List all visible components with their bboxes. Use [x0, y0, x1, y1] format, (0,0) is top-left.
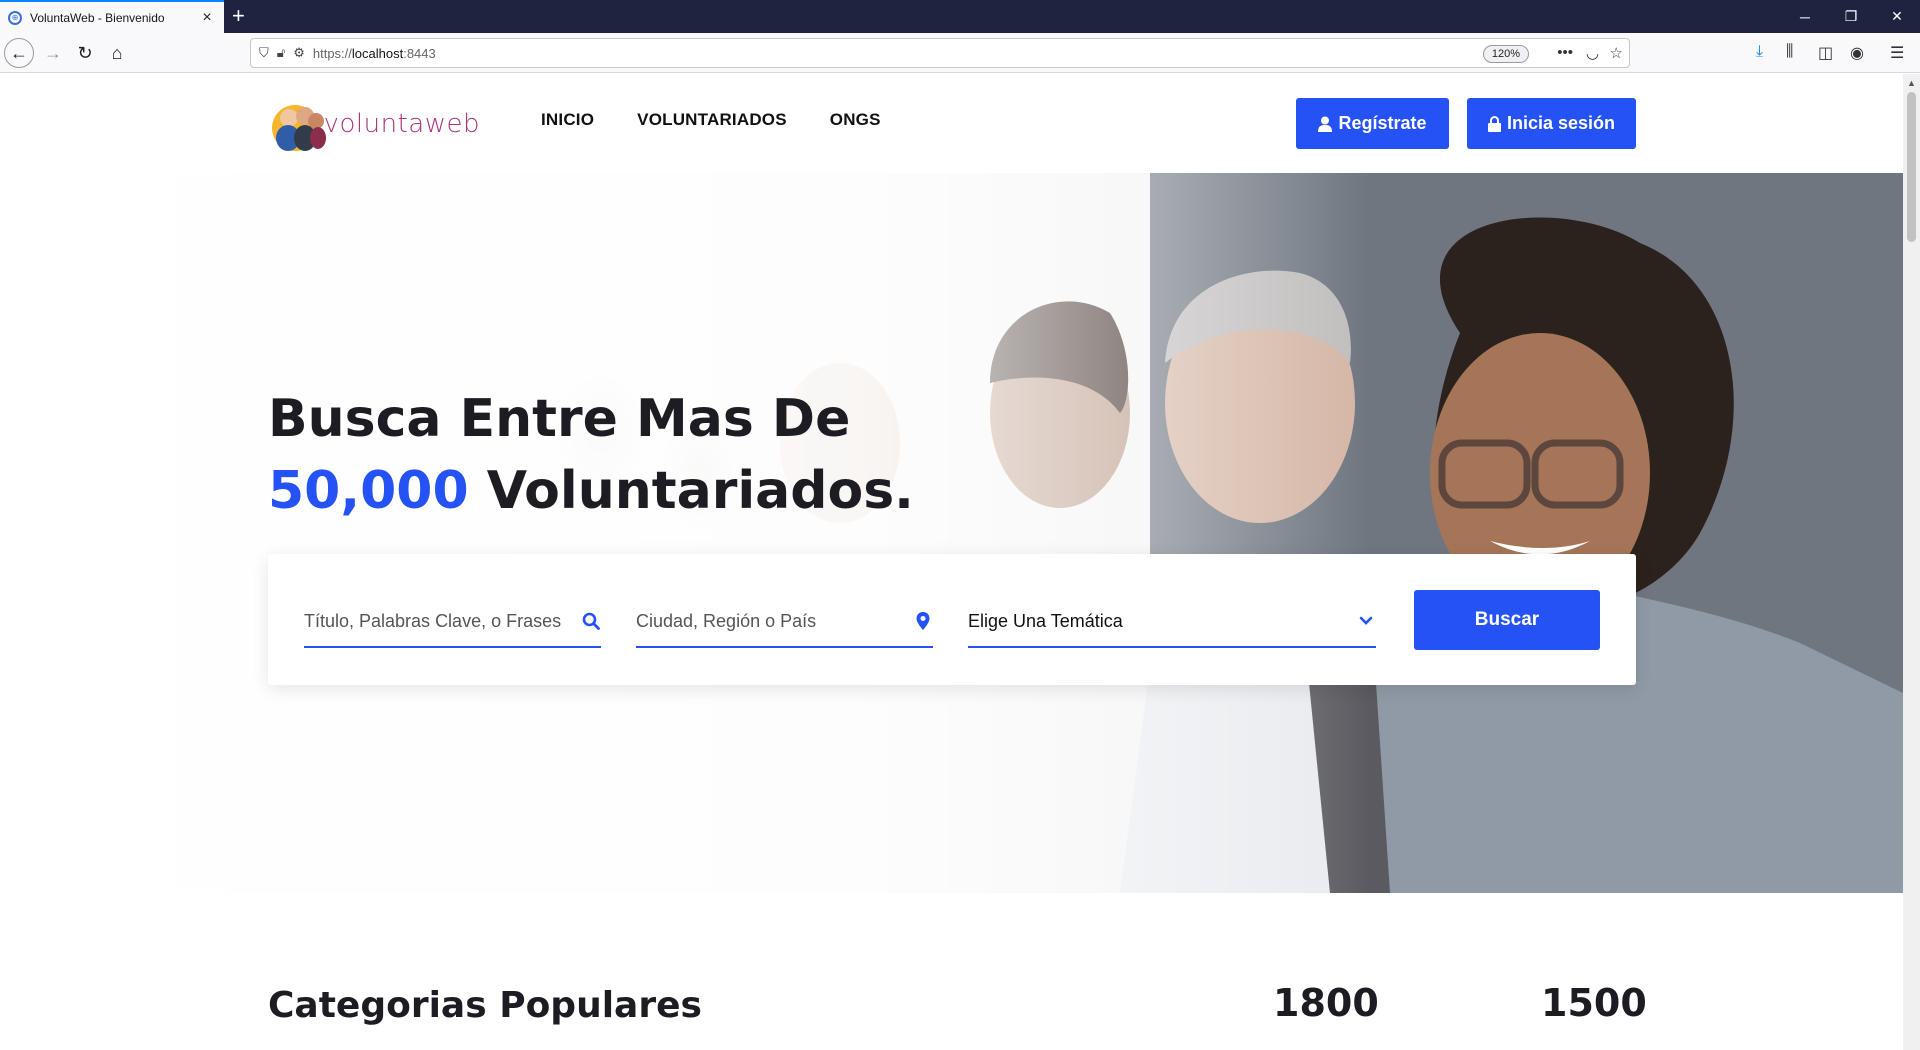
- minimize-icon[interactable]: ─: [1782, 0, 1828, 33]
- url-port: :8443: [403, 45, 436, 61]
- hero-title: Busca Entre Mas De 50,000 Voluntariados.: [268, 383, 914, 527]
- register-label: Regístrate: [1338, 113, 1427, 133]
- logo-people-icon: [270, 95, 326, 153]
- menu-icon[interactable]: ☰: [1890, 43, 1904, 63]
- chevron-down-icon: [1356, 611, 1376, 631]
- search-icon: [581, 611, 601, 631]
- hero-title-line2: Voluntariados.: [468, 461, 914, 521]
- permissions-icon[interactable]: ⚙: [293, 45, 305, 61]
- site-favicon-icon: ⊕: [8, 10, 22, 25]
- url-text[interactable]: https://localhost:8443: [313, 46, 436, 61]
- page-viewport: voluntaweb INICIO VOLUNTARIADOS ONGS Reg…: [0, 74, 1903, 1050]
- register-button[interactable]: Regístrate: [1296, 98, 1449, 149]
- site-logo[interactable]: voluntaweb: [270, 94, 480, 154]
- stat-counter: 1800: [1273, 981, 1379, 1025]
- close-tab-icon[interactable]: ×: [198, 9, 216, 27]
- downloads-icon[interactable]: ⤓: [1756, 43, 1763, 61]
- tab-title: VoluntaWeb - Bienvenido: [30, 10, 165, 25]
- scrollbar-thumb[interactable]: [1907, 92, 1916, 242]
- logo-text: voluntaweb: [323, 109, 480, 139]
- stat-counter: 1500: [1541, 981, 1647, 1025]
- sidebar-icon[interactable]: ◫: [1818, 43, 1833, 63]
- theme-select[interactable]: Elige Una Temática: [968, 596, 1376, 648]
- nav-ongs[interactable]: ONGS: [830, 110, 881, 130]
- restore-icon[interactable]: ❐: [1828, 0, 1874, 33]
- popular-categories-title: Categorias Populares: [268, 985, 702, 1026]
- search-button[interactable]: Buscar: [1414, 590, 1600, 650]
- popular-categories-section: Categorias Populares 1800 1500: [0, 893, 1903, 1050]
- browser-tabbar: ⊕ VoluntaWeb - Bienvenido × + ─ ❐ ✕: [0, 0, 1920, 33]
- location-search-input[interactable]: Ciudad, Región o País: [636, 596, 933, 648]
- hero-background-photo: [0, 173, 1903, 893]
- hero-title-number: 50,000: [268, 461, 469, 521]
- bookmark-star-icon[interactable]: ☆: [1610, 44, 1623, 62]
- url-bar[interactable]: ⛉ 🔓︎ ⚙ https://localhost:8443 120% ••• ◡…: [250, 38, 1630, 68]
- page-actions-icon[interactable]: •••: [1557, 44, 1573, 61]
- zoom-level-badge[interactable]: 120%: [1482, 45, 1529, 63]
- page-scrollbar[interactable]: ▲: [1903, 74, 1920, 1050]
- hero-title-line1: Busca Entre Mas De: [268, 389, 851, 449]
- lock-icon: [1487, 115, 1501, 132]
- url-scheme: https://: [312, 45, 352, 61]
- keywords-placeholder: Título, Palabras Clave, o Frases: [304, 610, 562, 631]
- new-tab-button[interactable]: +: [232, 3, 245, 29]
- browser-tab-active[interactable]: ⊕ VoluntaWeb - Bienvenido ×: [0, 0, 224, 33]
- nav-inicio[interactable]: INICIO: [541, 110, 594, 130]
- theme-select-value: Elige Una Temática: [968, 610, 1123, 631]
- login-button[interactable]: Inicia sesión: [1467, 98, 1636, 149]
- map-pin-icon: [913, 611, 933, 631]
- url-host: localhost: [351, 45, 404, 61]
- home-icon[interactable]: ⌂: [103, 39, 131, 67]
- forward-icon[interactable]: →: [39, 39, 67, 67]
- shield-icon[interactable]: ⛉: [259, 45, 269, 61]
- insecure-lock-icon[interactable]: 🔓︎: [277, 45, 285, 61]
- scroll-up-icon[interactable]: ▲: [1906, 78, 1917, 89]
- reload-icon[interactable]: ↻: [71, 39, 99, 67]
- back-icon[interactable]: ←: [4, 38, 34, 68]
- library-icon[interactable]: ⫼: [1786, 43, 1793, 61]
- pocket-icon[interactable]: ◡: [1586, 44, 1599, 62]
- close-window-icon[interactable]: ✕: [1874, 0, 1920, 33]
- hero-banner: Busca Entre Mas De 50,000 Voluntariados.…: [0, 173, 1903, 893]
- main-navigation: INICIO VOLUNTARIADOS ONGS: [541, 110, 881, 130]
- search-panel: Título, Palabras Clave, o Frases Ciudad,…: [268, 554, 1636, 685]
- account-icon[interactable]: ◉: [1850, 43, 1864, 63]
- user-icon: [1318, 116, 1333, 132]
- site-header: voluntaweb INICIO VOLUNTARIADOS ONGS Reg…: [0, 74, 1903, 173]
- login-label: Inicia sesión: [1506, 113, 1616, 133]
- browser-navbar: ← → ↻ ⌂ ⛉ 🔓︎ ⚙ https://localhost:8443 12…: [0, 33, 1920, 73]
- location-placeholder: Ciudad, Región o País: [636, 610, 817, 631]
- nav-voluntariados[interactable]: VOLUNTARIADOS: [637, 110, 787, 130]
- keywords-search-input[interactable]: Título, Palabras Clave, o Frases: [304, 596, 601, 648]
